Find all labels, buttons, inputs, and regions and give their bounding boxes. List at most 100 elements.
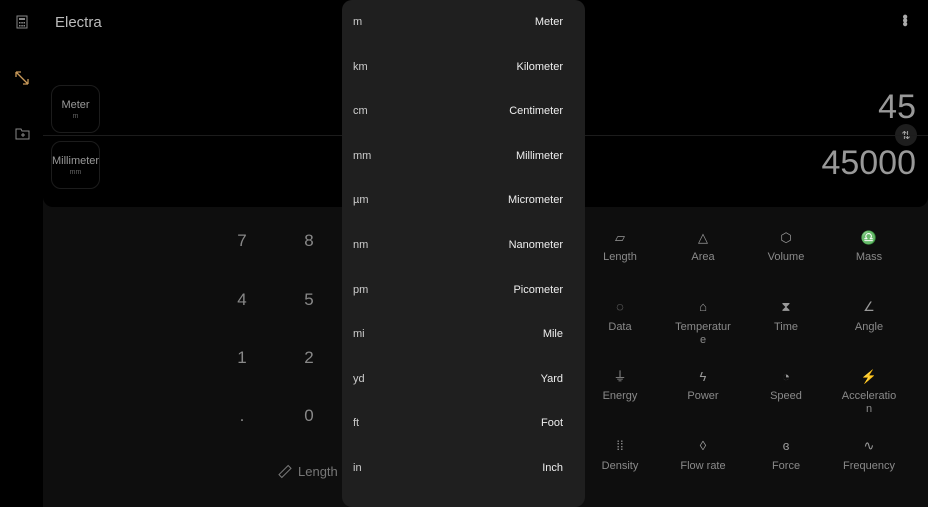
menu-item-abbr: yd [353, 372, 365, 385]
app-title: Electra [55, 14, 102, 31]
menu-item-inch[interactable]: in Inch [342, 446, 585, 490]
menu-item-abbr: in [353, 462, 362, 474]
cube-icon: ⬡ [780, 229, 792, 245]
category-label: Angle [854, 320, 884, 333]
drop-icon: ◊ [699, 438, 707, 453]
category-label: Force [771, 459, 801, 472]
menu-item-abbr: ft [353, 417, 360, 430]
unit-dropdown-menu: m Meter km Kilometer cm Centimeter mm Millimete… [342, 0, 585, 507]
to-unit-symbol: mm [69, 168, 82, 176]
menu-item-abbr: µm [353, 194, 369, 207]
key-decimal[interactable]: . [222, 406, 262, 426]
category-label: Flow rate [680, 459, 726, 472]
ruler-icon [278, 464, 292, 479]
ruler-icon: ▱ [615, 229, 625, 245]
category-angle[interactable]: ∠ Angle [828, 298, 910, 334]
menu-item-micrometer[interactable]: µm Micrometer [342, 178, 585, 222]
category-label: Data [608, 320, 632, 333]
triangle-icon: △ [698, 229, 708, 245]
menu-item-name: Centimeter [509, 105, 563, 118]
category-time[interactable]: ⧗ Time [745, 298, 827, 334]
category-data[interactable]: ◌ Data [579, 298, 661, 334]
key-7[interactable]: 7 [222, 231, 262, 251]
category-label: Area [691, 251, 715, 263]
category-density[interactable]: ⁞⁞ Density [579, 437, 661, 473]
category-label: Time [773, 320, 799, 333]
menu-item-name: Foot [540, 417, 563, 430]
menu-item-name: Yard [540, 372, 563, 385]
menu-item-abbr: mi [353, 328, 365, 341]
category-label: Energy [602, 390, 638, 402]
running-icon: ⚡ [860, 368, 878, 384]
angle-icon: ∠ [863, 299, 875, 314]
menu-item-yard[interactable]: yd Yard [342, 357, 585, 401]
key-8[interactable]: 8 [289, 231, 329, 251]
menu-item-centimeter[interactable]: cm Centimeter [342, 89, 585, 133]
category-label: Frequency [843, 459, 895, 472]
category-length[interactable]: ▱ Length [579, 228, 661, 264]
category-volume[interactable]: ⬡ Volume [745, 228, 827, 264]
menu-item-name: Kilometer [516, 60, 563, 73]
menu-item-mile[interactable]: mi Mile [342, 312, 585, 356]
menu-item-name: Millimeter [515, 149, 563, 162]
key-4[interactable]: 4 [222, 290, 262, 310]
category-energy[interactable]: ⏚ Energy [579, 367, 661, 403]
menu-item-picometer[interactable]: pm Picometer [342, 268, 585, 312]
key-2[interactable]: 2 [289, 348, 329, 368]
menu-item-name: Mile [542, 328, 563, 341]
sidebar [0, 0, 43, 507]
hourglass-icon: ⧗ [781, 299, 791, 314]
to-unit-button[interactable]: Millimeter mm [51, 141, 100, 189]
category-force[interactable]: ɞ Force [745, 437, 827, 473]
calculator-icon[interactable] [13, 13, 31, 31]
category-button-label: Length [298, 464, 338, 479]
category-speed[interactable]: ◔ Speed [745, 367, 827, 403]
plug-icon: ⏚ [613, 368, 627, 384]
menu-item-abbr: cm [353, 105, 368, 118]
speedometer-icon: ◔ [782, 368, 790, 384]
bolt-icon: ϟ [699, 368, 707, 384]
to-value[interactable]: 45000 [821, 144, 916, 183]
menu-item-name: Nanometer [508, 239, 563, 251]
menu-item-nanometer[interactable]: nm Nanometer [342, 223, 585, 267]
key-1[interactable]: 1 [222, 348, 262, 368]
category-flow-rate[interactable]: ◊ Flow rate [662, 437, 744, 473]
from-value[interactable]: 45 [878, 88, 916, 127]
category-label: Density [601, 459, 639, 472]
grid-dots-icon: ⁞⁞ [616, 438, 624, 453]
thermostat-icon: ⌂ [699, 299, 707, 314]
category-area[interactable]: △ Area [662, 228, 744, 264]
from-unit-button[interactable]: Meter m [51, 85, 100, 133]
key-0[interactable]: 0 [289, 406, 329, 426]
from-unit-name: Meter [61, 98, 90, 111]
menu-item-kilometer[interactable]: km Kilometer [342, 45, 585, 89]
data-usage-icon: ◌ [616, 299, 624, 314]
menu-item-foot[interactable]: ft Foot [342, 401, 585, 445]
category-acceleration[interactable]: ⚡ Acceleration [828, 367, 910, 416]
category-frequency[interactable]: ∿ Frequency [828, 437, 910, 473]
menu-item-millimeter[interactable]: mm Millimeter [342, 134, 585, 178]
category-label: Temperature [675, 320, 731, 346]
category-label: Length [603, 251, 637, 263]
category-label: Power [687, 390, 719, 402]
muscle-icon: ɞ [782, 438, 790, 453]
menu-item-meter[interactable]: m Meter [342, 0, 585, 44]
category-label: Speed [770, 390, 802, 402]
unit-convert-icon[interactable] [13, 69, 31, 87]
menu-item-abbr: km [353, 60, 368, 73]
key-5[interactable]: 5 [289, 290, 329, 310]
from-unit-symbol: m [72, 112, 79, 120]
category-button[interactable]: Length [278, 464, 338, 479]
folder-add-icon[interactable] [13, 125, 31, 143]
category-label: Mass [855, 251, 883, 263]
menu-item-name: Micrometer [507, 194, 563, 207]
category-power[interactable]: ϟ Power [662, 367, 744, 403]
more-options-icon[interactable]: ••• [896, 14, 913, 25]
category-mass[interactable]: ♎ Mass [828, 228, 910, 264]
category-label: Volume [767, 251, 805, 263]
menu-item-name: Picometer [513, 283, 563, 296]
sine-wave-icon: ∿ [863, 438, 875, 453]
menu-item-abbr: nm [353, 239, 369, 251]
category-temperature[interactable]: ⌂ Temperature [662, 298, 744, 347]
category-label: Acceleration [841, 390, 897, 415]
